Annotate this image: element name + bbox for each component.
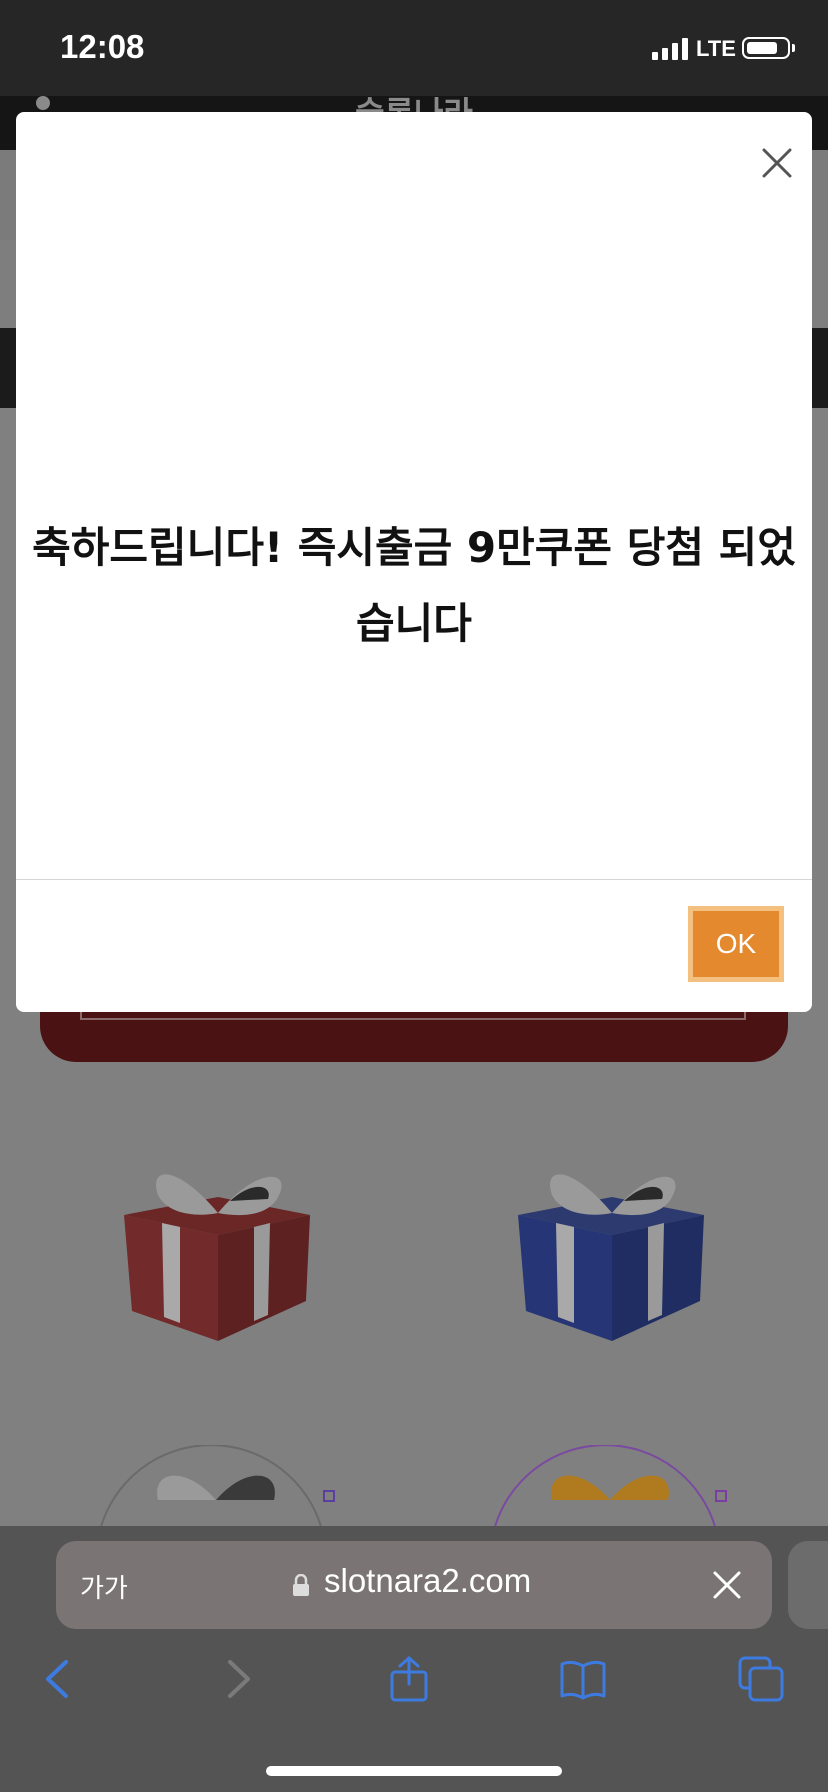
ok-button[interactable]: OK <box>688 906 784 982</box>
modal-message: 축하드립니다! 즉시출금 9만쿠폰 당첨 되었습니다 <box>32 523 796 648</box>
share-icon[interactable] <box>386 1656 432 1702</box>
gift-icon[interactable] <box>96 1445 336 1530</box>
home-indicator <box>266 1766 562 1776</box>
tabs-icon[interactable] <box>738 1656 784 1702</box>
signal-icon <box>652 38 690 60</box>
lock-icon <box>293 1574 309 1596</box>
gift-icon[interactable] <box>490 1445 730 1530</box>
back-icon[interactable] <box>36 1656 82 1702</box>
close-icon[interactable] <box>756 142 798 184</box>
gift-icon[interactable] <box>512 1155 712 1345</box>
modal-divider <box>16 879 812 880</box>
url-text[interactable]: slotnara2.com <box>324 1562 531 1600</box>
gift-icon[interactable] <box>118 1155 318 1345</box>
status-bar: 12:08 LTE <box>0 0 828 96</box>
address-bar-next-tab[interactable] <box>788 1541 828 1629</box>
text-size-button[interactable]: 가가 <box>80 1568 128 1605</box>
network-label: LTE <box>696 36 736 61</box>
bookmarks-icon[interactable] <box>560 1656 606 1702</box>
close-icon[interactable] <box>712 1570 742 1600</box>
battery-icon <box>742 37 790 59</box>
congratulations-modal: 축하드립니다! 즉시출금 9만쿠폰 당첨 되었습니다 OK <box>16 112 812 1012</box>
status-time: 12:08 <box>60 28 145 65</box>
forward-icon[interactable] <box>214 1656 260 1702</box>
